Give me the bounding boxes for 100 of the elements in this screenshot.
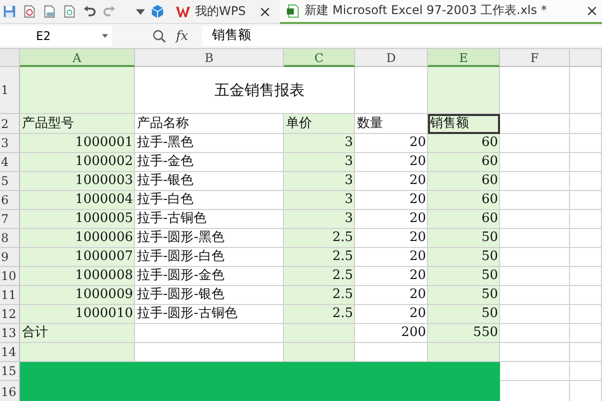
table-cell[interactable] (570, 267, 602, 286)
table-cell[interactable]: 550 (428, 324, 500, 343)
table-cell[interactable] (570, 362, 602, 381)
row-header[interactable]: 16 (0, 381, 20, 401)
table-cell[interactable]: 1000004 (20, 191, 135, 210)
table-cell[interactable] (500, 172, 570, 191)
table-cell[interactable]: 1000007 (20, 248, 135, 267)
table-cell[interactable]: 50 (428, 305, 500, 324)
row-header[interactable]: 4 (0, 153, 20, 172)
table-cell[interactable]: 60 (428, 134, 500, 153)
redo-icon[interactable] (102, 4, 117, 19)
row-header[interactable]: 7 (0, 210, 20, 229)
row-header[interactable]: 13 (0, 324, 20, 343)
table-cell[interactable] (284, 343, 355, 362)
table-cell[interactable] (500, 153, 570, 172)
table-cell[interactable] (570, 191, 602, 210)
table-cell[interactable]: 单价 (284, 114, 355, 134)
table-cell[interactable]: 2.5 (284, 286, 355, 305)
table-cell[interactable] (500, 343, 570, 362)
print-icon[interactable] (42, 4, 57, 19)
table-cell[interactable] (500, 67, 570, 114)
table-cell[interactable]: 销售额 (428, 114, 500, 134)
table-cell[interactable] (500, 114, 570, 134)
table-cell[interactable] (428, 343, 500, 362)
formula-field[interactable]: 销售额 (202, 26, 602, 46)
table-cell[interactable] (500, 362, 570, 381)
table-cell[interactable] (570, 210, 602, 229)
document-icon[interactable] (22, 4, 37, 19)
table-cell[interactable]: 50 (428, 286, 500, 305)
table-cell[interactable] (500, 305, 570, 324)
save-icon[interactable] (2, 4, 17, 19)
table-cell[interactable] (570, 172, 602, 191)
table-cell[interactable]: 3 (284, 172, 355, 191)
table-cell[interactable] (570, 134, 602, 153)
column-header[interactable]: C (284, 49, 355, 67)
table-cell[interactable] (500, 267, 570, 286)
table-cell[interactable]: 产品型号 (20, 114, 135, 134)
select-all-corner[interactable] (0, 49, 20, 67)
table-cell[interactable]: 1000001 (20, 134, 135, 153)
row-header[interactable]: 1 (0, 67, 20, 114)
function-label[interactable]: fx (176, 28, 188, 44)
column-header[interactable]: E (428, 49, 500, 67)
table-cell[interactable]: 50 (428, 248, 500, 267)
row-header[interactable]: 5 (0, 172, 20, 191)
column-header[interactable]: F (500, 49, 570, 67)
row-header[interactable]: 10 (0, 267, 20, 286)
row-header[interactable]: 9 (0, 248, 20, 267)
table-cell[interactable]: 1000009 (20, 286, 135, 305)
table-cell[interactable] (570, 343, 602, 362)
row-header[interactable]: 15 (0, 362, 20, 381)
table-cell[interactable]: 60 (428, 191, 500, 210)
table-cell[interactable] (570, 229, 602, 248)
table-cell[interactable] (500, 324, 570, 343)
table-cell[interactable]: 1000006 (20, 229, 135, 248)
table-cell[interactable]: 60 (428, 172, 500, 191)
table-cell[interactable]: 3 (284, 153, 355, 172)
row-header[interactable]: 2 (0, 114, 20, 134)
cube-icon[interactable] (150, 4, 165, 19)
row-header[interactable]: 6 (0, 191, 20, 210)
table-cell[interactable]: 1000002 (20, 153, 135, 172)
table-cell[interactable]: 50 (428, 229, 500, 248)
table-cell[interactable]: 2.5 (284, 248, 355, 267)
undo-icon[interactable] (82, 4, 97, 19)
row-header[interactable]: 8 (0, 229, 20, 248)
table-cell[interactable] (500, 248, 570, 267)
zoom-icon[interactable] (152, 29, 166, 43)
table-cell[interactable] (500, 210, 570, 229)
table-cell[interactable]: 合计 (20, 324, 135, 343)
column-header[interactable]: D (355, 49, 428, 67)
table-cell[interactable]: 2.5 (284, 229, 355, 248)
table-cell[interactable] (570, 305, 602, 324)
table-cell[interactable] (570, 324, 602, 343)
close-icon[interactable] (588, 6, 596, 14)
table-cell[interactable] (500, 286, 570, 305)
table-cell[interactable] (20, 67, 135, 114)
table-cell[interactable] (500, 229, 570, 248)
row-header[interactable]: 3 (0, 134, 20, 153)
column-header[interactable]: A (20, 49, 135, 67)
table-cell[interactable]: 2.5 (284, 267, 355, 286)
table-cell[interactable] (500, 134, 570, 153)
preview-icon[interactable] (62, 4, 77, 19)
table-cell[interactable] (570, 286, 602, 305)
table-cell[interactable] (570, 248, 602, 267)
table-cell[interactable]: 1000010 (20, 305, 135, 324)
table-cell[interactable] (428, 67, 500, 114)
table-cell[interactable] (284, 324, 355, 343)
table-cell[interactable] (570, 153, 602, 172)
table-cell[interactable] (500, 191, 570, 210)
table-cell[interactable]: 50 (428, 267, 500, 286)
table-cell[interactable]: 1000005 (20, 210, 135, 229)
table-cell[interactable]: 3 (284, 191, 355, 210)
row-header[interactable]: 11 (0, 286, 20, 305)
name-box[interactable]: E2 (0, 26, 112, 46)
table-cell[interactable]: 1000003 (20, 172, 135, 191)
table-cell[interactable] (20, 343, 135, 362)
table-cell[interactable]: 60 (428, 153, 500, 172)
row-header[interactable]: 12 (0, 305, 20, 324)
table-cell[interactable]: 3 (284, 210, 355, 229)
row-header[interactable]: 14 (0, 343, 20, 362)
table-cell[interactable] (570, 67, 602, 114)
